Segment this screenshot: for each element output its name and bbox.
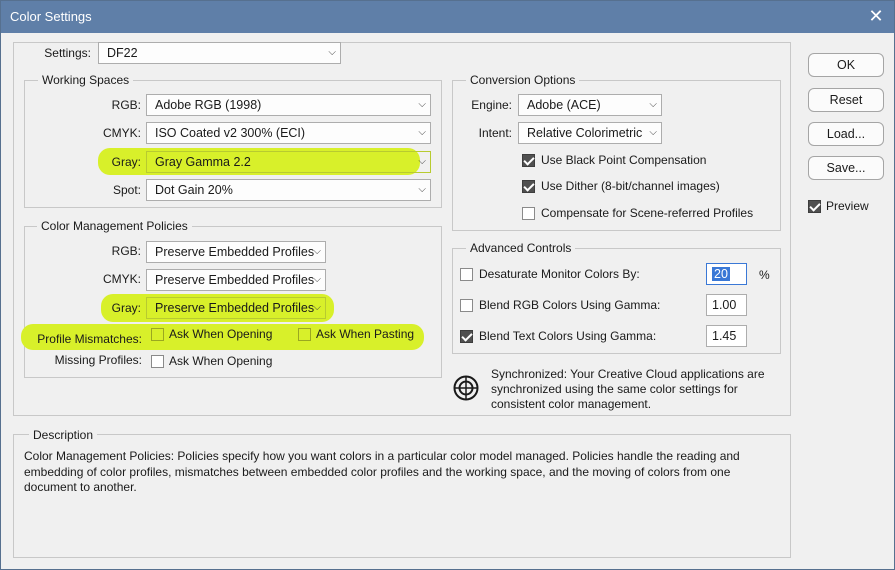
- desaturate-checkbox[interactable]: [460, 268, 473, 281]
- chevron-down-icon: ⌵: [313, 274, 321, 285]
- dither-label[interactable]: Use Dither (8-bit/channel images): [541, 179, 720, 193]
- desaturate-input[interactable]: 20: [706, 263, 747, 285]
- blend-text-label[interactable]: Blend Text Colors Using Gamma:: [479, 329, 656, 343]
- title-bar: Color Settings ✕: [1, 1, 894, 33]
- blend-text-value: 1.45: [712, 329, 737, 343]
- chevron-down-icon: ⌵: [418, 99, 426, 110]
- sync-text-line2: synchronized using the same color settin…: [491, 382, 738, 396]
- description-line3: document to another.: [24, 480, 137, 494]
- chevron-down-icon: ⌵: [649, 127, 657, 138]
- description-legend: Description: [29, 428, 98, 442]
- engine-dropdown[interactable]: Adobe (ACE) ⌵: [518, 94, 662, 116]
- ws-rgb-label: RGB:: [111, 98, 141, 112]
- mismatch-opening-label[interactable]: Ask When Opening: [169, 327, 272, 341]
- color-settings-dialog: Color Settings ✕ Settings: DF22 ⌵ Working…: [0, 0, 895, 570]
- pol-rgb-label: RGB:: [111, 244, 141, 258]
- black-point-label[interactable]: Use Black Point Compensation: [541, 153, 706, 167]
- chevron-down-icon: ⌵: [418, 127, 426, 138]
- pol-cmyk-label: CMYK:: [102, 272, 141, 286]
- settings-dropdown[interactable]: DF22 ⌵: [98, 42, 341, 64]
- ws-cmyk-dropdown[interactable]: ISO Coated v2 300% (ECI) ⌵: [146, 122, 431, 144]
- ws-rgb-dropdown[interactable]: Adobe RGB (1998) ⌵: [146, 94, 431, 116]
- chevron-down-icon: ⌵: [418, 156, 426, 167]
- black-point-checkbox[interactable]: [522, 154, 535, 167]
- pol-rgb-value: Preserve Embedded Profiles: [155, 245, 315, 259]
- ws-gray-value: Gray Gamma 2.2: [155, 155, 251, 169]
- missing-label: Missing Profiles:: [54, 353, 142, 367]
- ws-cmyk-label: CMYK:: [102, 126, 141, 140]
- advanced-legend: Advanced Controls: [466, 241, 576, 255]
- pol-gray-value: Preserve Embedded Profiles: [155, 301, 315, 315]
- mismatch-label: Profile Mismatches:: [37, 332, 142, 346]
- reset-button[interactable]: Reset: [808, 88, 884, 112]
- window-title: Color Settings: [10, 9, 92, 24]
- desaturate-label[interactable]: Desaturate Monitor Colors By:: [479, 267, 640, 281]
- sync-text-line1: Synchronized: Your Creative Cloud applic…: [491, 367, 765, 381]
- pol-cmyk-dropdown[interactable]: Preserve Embedded Profiles ⌵: [146, 269, 326, 291]
- desaturate-value: 20: [712, 267, 730, 281]
- missing-opening-checkbox[interactable]: [151, 355, 164, 368]
- blend-rgb-checkbox[interactable]: [460, 299, 473, 312]
- chevron-down-icon: ⌵: [313, 246, 321, 257]
- pol-cmyk-value: Preserve Embedded Profiles: [155, 273, 315, 287]
- pol-gray-dropdown[interactable]: Preserve Embedded Profiles ⌵: [146, 297, 326, 319]
- description-line1: Color Management Policies: Policies spec…: [24, 449, 740, 463]
- chevron-down-icon: ⌵: [649, 99, 657, 110]
- mismatch-opening-checkbox[interactable]: [151, 328, 164, 341]
- blend-rgb-input[interactable]: 1.00: [706, 294, 747, 316]
- intent-dropdown[interactable]: Relative Colorimetric ⌵: [518, 122, 662, 144]
- chevron-down-icon: ⌵: [313, 302, 321, 313]
- blend-rgb-label[interactable]: Blend RGB Colors Using Gamma:: [479, 298, 660, 312]
- ws-gray-label: Gray:: [111, 155, 141, 169]
- preview-label[interactable]: Preview: [826, 199, 869, 213]
- settings-value: DF22: [107, 46, 138, 60]
- settings-label: Settings:: [44, 46, 91, 60]
- blend-text-checkbox[interactable]: [460, 330, 473, 343]
- policies-legend: Color Management Policies: [37, 219, 192, 233]
- mismatch-pasting-label[interactable]: Ask When Pasting: [316, 327, 414, 341]
- ws-gray-dropdown[interactable]: Gray Gamma 2.2 ⌵: [146, 151, 431, 173]
- ws-cmyk-value: ISO Coated v2 300% (ECI): [155, 126, 306, 140]
- ok-button[interactable]: OK: [808, 53, 884, 77]
- working-spaces-legend: Working Spaces: [38, 73, 134, 87]
- scene-checkbox[interactable]: [522, 207, 535, 220]
- conversion-legend: Conversion Options: [466, 73, 580, 87]
- ws-rgb-value: Adobe RGB (1998): [155, 98, 262, 112]
- description-text: Color Management Policies: Policies spec…: [24, 449, 784, 496]
- mismatch-pasting-checkbox[interactable]: [298, 328, 311, 341]
- blend-text-input[interactable]: 1.45: [706, 325, 747, 347]
- load-button[interactable]: Load...: [808, 122, 884, 146]
- blend-rgb-value: 1.00: [712, 298, 737, 312]
- desaturate-unit: %: [759, 268, 770, 282]
- missing-opening-label[interactable]: Ask When Opening: [169, 354, 272, 368]
- close-icon[interactable]: ✕: [866, 5, 886, 27]
- engine-label: Engine:: [471, 98, 512, 112]
- pol-rgb-dropdown[interactable]: Preserve Embedded Profiles ⌵: [146, 241, 326, 263]
- engine-value: Adobe (ACE): [527, 98, 601, 112]
- ws-spot-value: Dot Gain 20%: [155, 183, 233, 197]
- intent-label: Intent:: [478, 126, 512, 140]
- chevron-down-icon: ⌵: [418, 184, 426, 195]
- preview-checkbox[interactable]: [808, 200, 821, 213]
- dither-checkbox[interactable]: [522, 180, 535, 193]
- description-line2: embedding of color profiles, mismatches …: [24, 464, 731, 479]
- sync-target-icon: [453, 375, 479, 401]
- sync-text-line3: consistent color management.: [491, 397, 652, 411]
- pol-gray-label: Gray:: [111, 301, 141, 315]
- scene-label[interactable]: Compensate for Scene-referred Profiles: [541, 206, 753, 220]
- intent-value: Relative Colorimetric: [527, 126, 643, 140]
- chevron-down-icon: ⌵: [328, 47, 336, 58]
- ws-spot-label: Spot:: [112, 183, 141, 197]
- save-button[interactable]: Save...: [808, 156, 884, 180]
- ws-spot-dropdown[interactable]: Dot Gain 20% ⌵: [146, 179, 431, 201]
